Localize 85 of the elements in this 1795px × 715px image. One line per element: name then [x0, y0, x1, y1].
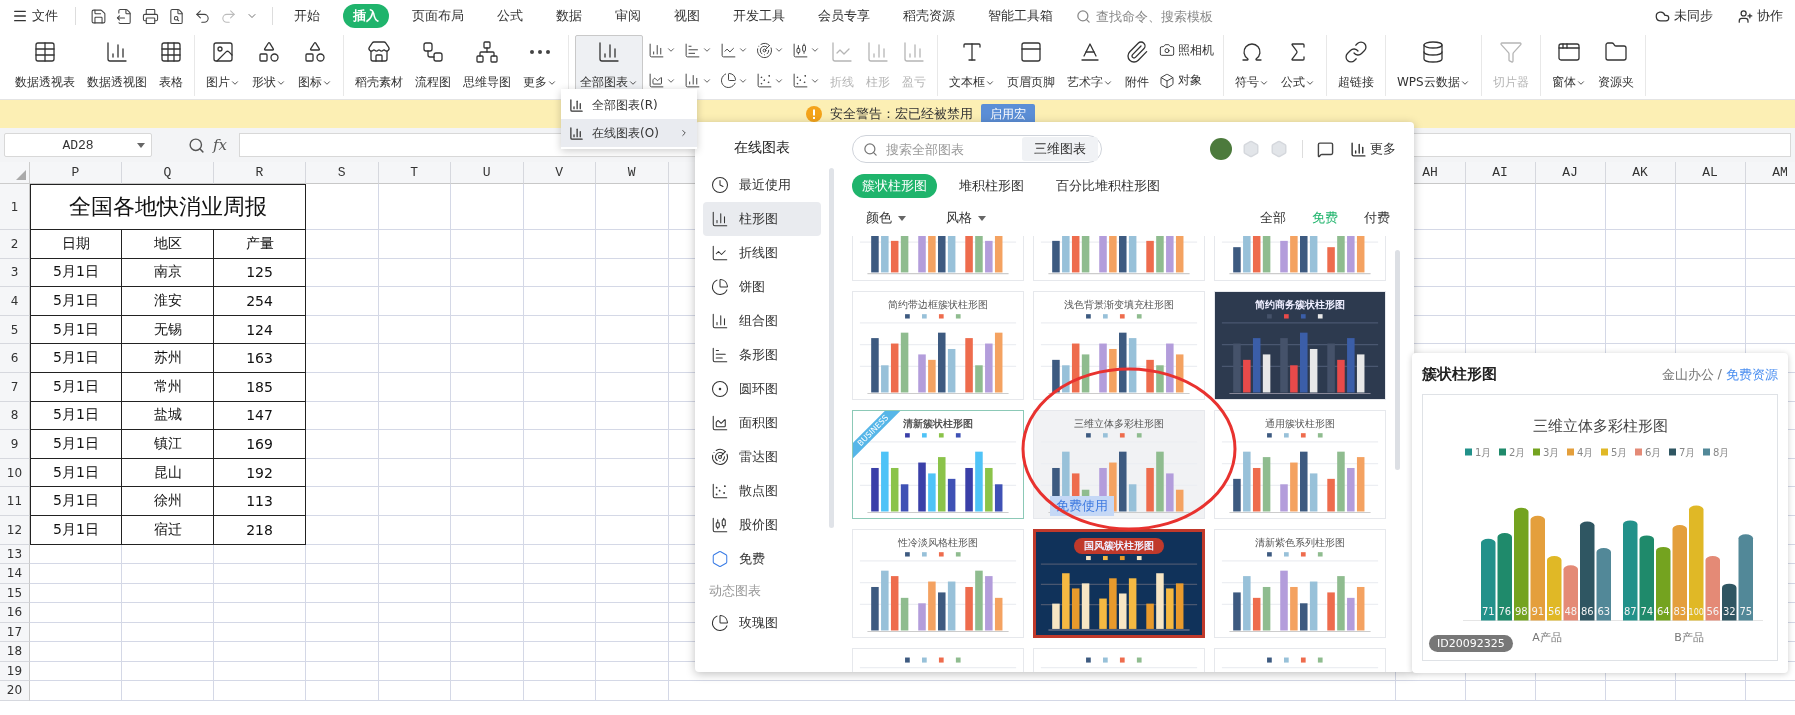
legend-label: 6月 [1645, 447, 1662, 458]
panel-title: 在线图表 [733, 138, 791, 157]
category-label: A产品 [1532, 630, 1562, 644]
table-cell: 169 [214, 430, 306, 459]
legend-item: 3月 [1533, 447, 1560, 458]
data-label: 91 [1531, 605, 1545, 617]
data-label: 86 [1580, 605, 1594, 617]
category-label: B产品 [1674, 630, 1704, 644]
nav-section-label: 动态图表 [708, 582, 762, 600]
legend-item: 8月 [1703, 447, 1730, 458]
table-cell: 218 [214, 515, 306, 545]
template-title: 三维立体多彩柱形图 [1074, 417, 1164, 431]
table-cell: 5月1日 [30, 430, 122, 459]
legend-item: 5月 [1601, 447, 1628, 458]
preview-title: 簇状柱形图 [1422, 365, 1497, 384]
table-cell: 254 [214, 287, 306, 316]
column-title: 地区 [122, 230, 214, 259]
template-title: 通用簇状柱形图 [1265, 417, 1335, 431]
template-title: 国风簇状柱形图 [1074, 538, 1164, 554]
source-label: 金山办公 [1661, 365, 1714, 384]
template-title: 浅色背景渐变填充柱形图 [1064, 298, 1174, 312]
table-cell: 宿迁 [122, 515, 214, 545]
data-label: 56 [1706, 605, 1720, 617]
table-cell: 徐州 [122, 487, 214, 516]
legend-label: 7月 [1679, 447, 1696, 458]
table-cell: 113 [214, 487, 306, 516]
warning-message: 安全警告：宏已经被禁用 [830, 105, 973, 123]
template-title: 清新紫色系列柱形图 [1255, 536, 1345, 550]
data-label: 74 [1640, 605, 1654, 617]
data-label: 76 [1498, 605, 1512, 617]
legend-label: 3月 [1543, 447, 1560, 458]
table-cell: 5月1日 [30, 401, 122, 431]
table-cell: 5月1日 [30, 372, 122, 402]
table-cell: 5月1日 [30, 315, 122, 345]
table-cell: 镇江 [122, 430, 214, 459]
legend-label: 4月 [1577, 447, 1594, 458]
legend-item: 7月 [1669, 447, 1696, 458]
table-cell: 淮安 [122, 287, 214, 316]
table-cell: 盐城 [122, 401, 214, 431]
template-title: 简约带边框簇状柱形图 [888, 298, 988, 312]
template-title: 简约商务簇状柱形图 [1255, 298, 1345, 312]
legend-label: 8月 [1713, 447, 1730, 458]
id-badge: ID20092325 [1429, 635, 1513, 652]
data-label: 48 [1564, 605, 1578, 617]
data-label: 64 [1656, 605, 1670, 617]
column-title: 产量 [214, 230, 306, 259]
column-title: 日期 [30, 230, 122, 259]
table-cell: 常州 [122, 372, 214, 402]
data-label: 87 [1623, 605, 1637, 617]
legend-label: 5月 [1611, 447, 1628, 458]
data-label: 32 [1722, 605, 1736, 617]
template-title: 清新簇状柱形图 [903, 417, 973, 431]
data-label: 83 [1673, 605, 1687, 617]
table-cell: 无锡 [122, 315, 214, 345]
table-cell: 5月1日 [30, 344, 122, 373]
table-cell: 124 [214, 315, 306, 345]
table-cell: 5月1日 [30, 258, 122, 288]
table-cell: 5月1日 [30, 487, 122, 516]
table-cell: 苏州 [122, 344, 214, 373]
legend-item: 2月 [1499, 447, 1526, 458]
legend-item: 6月 [1635, 447, 1662, 458]
table-cell: 125 [214, 258, 306, 288]
legend-item: 1月 [1465, 447, 1492, 458]
table-cell: 南京 [122, 258, 214, 288]
table-cell: 163 [214, 344, 306, 373]
data-label: 63 [1597, 605, 1611, 617]
separator: / [1717, 365, 1722, 383]
table-cell: 5月1日 [30, 515, 122, 545]
table-cell: 147 [214, 401, 306, 431]
table-title: 全国各地快消业周报 [30, 184, 306, 230]
table-cell: 192 [214, 458, 306, 488]
data-label: 75 [1739, 605, 1753, 617]
data-label: 100 [1688, 607, 1704, 617]
template-title: 性冷淡风格柱形图 [898, 536, 978, 550]
chart-title: 三维立体多彩柱形图 [1532, 416, 1668, 435]
data-label: 56 [1547, 605, 1561, 617]
table-cell: 185 [214, 372, 306, 402]
data-label: 71 [1481, 605, 1495, 617]
table-cell: 昆山 [122, 458, 214, 488]
table-cell: 5月1日 [30, 287, 122, 316]
legend-item: 4月 [1567, 447, 1594, 458]
legend-label: 2月 [1509, 447, 1526, 458]
table-cell: 5月1日 [30, 458, 122, 488]
data-label: 98 [1514, 605, 1528, 617]
legend-label: 1月 [1475, 447, 1492, 458]
